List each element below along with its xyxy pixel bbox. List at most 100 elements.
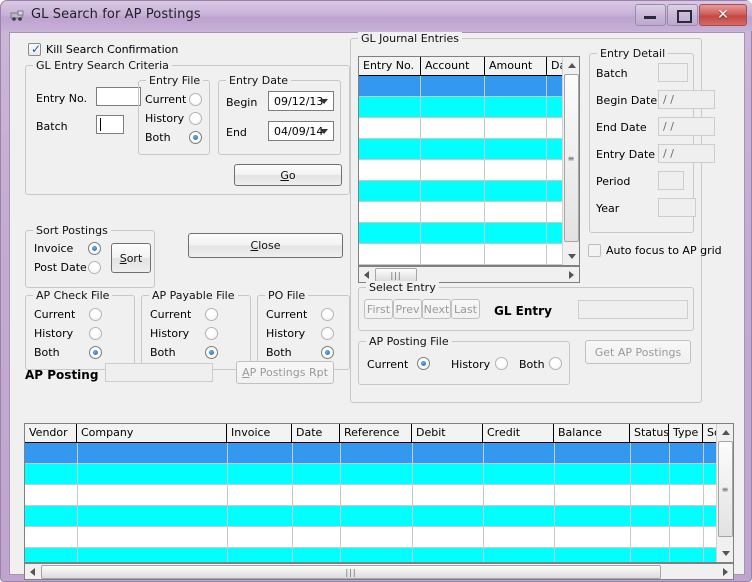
gl-col-amount[interactable]: Amount	[485, 57, 547, 76]
ap-posting-radio-both[interactable]	[549, 357, 562, 370]
next-entry-button[interactable]: Next	[422, 299, 451, 319]
detail-input-period[interactable]	[658, 171, 684, 190]
table-row[interactable]	[25, 548, 717, 562]
entry-file-radio-history[interactable]	[189, 112, 202, 125]
title-bar[interactable]: GL Search for AP Postings ✕	[1, 1, 752, 31]
ap-col-type[interactable]: Type	[669, 424, 703, 443]
ap-postings-grid[interactable]: Vendor Company Invoice Date Reference De…	[24, 423, 734, 563]
entry-file-radio-current[interactable]	[189, 93, 202, 106]
ap-grid-vscrollbar[interactable]: ≡	[716, 424, 733, 562]
end-date-picker[interactable]: 04/09/14	[268, 121, 334, 141]
ap-check-option-both[interactable]: Both	[34, 346, 60, 359]
ap-payable-option-both[interactable]: Both	[150, 346, 176, 359]
ap-payable-radio-current[interactable]	[205, 308, 218, 321]
gl-scroll-left-button[interactable]	[359, 267, 374, 282]
ap-col-vendor[interactable]: Vendor	[25, 424, 77, 443]
auto-focus-checkbox[interactable]	[588, 244, 601, 257]
ap-check-radio-current[interactable]	[89, 308, 102, 321]
ap-posting-radio-history[interactable]	[495, 357, 508, 370]
ap-col-reference[interactable]: Reference	[340, 424, 412, 443]
gl-journal-grid[interactable]: Entry No. Account Amount Da ≡	[358, 56, 580, 266]
ap-posting-option-history[interactable]: History	[451, 358, 490, 371]
close-form-button[interactable]: Close	[188, 233, 343, 258]
detail-input-begin-date[interactable]: / /	[658, 90, 715, 109]
gl-hscroll-thumb[interactable]: |||	[375, 268, 417, 282]
get-ap-postings-button[interactable]: Get AP Postings	[585, 340, 691, 364]
minimize-button[interactable]	[635, 4, 666, 26]
detail-input-year[interactable]	[658, 198, 696, 217]
ap-posting-option-both[interactable]: Both	[519, 358, 545, 371]
po-radio-both[interactable]	[321, 346, 334, 359]
table-row[interactable]	[25, 464, 717, 485]
first-entry-button[interactable]: First	[364, 299, 393, 319]
detail-input-end-date[interactable]: / /	[658, 117, 715, 136]
table-row[interactable]	[359, 139, 579, 160]
ap-col-status[interactable]: Status	[630, 424, 669, 443]
gl-scroll-right-button[interactable]	[564, 267, 579, 282]
table-row[interactable]	[25, 506, 717, 527]
ap-col-date[interactable]: Date	[292, 424, 340, 443]
ap-grid-hscrollbar[interactable]: |||	[24, 563, 734, 580]
po-radio-current[interactable]	[321, 308, 334, 321]
ap-col-debit[interactable]: Debit	[412, 424, 483, 443]
detail-input-batch[interactable]	[658, 63, 688, 82]
prev-entry-button[interactable]: Prev	[393, 299, 422, 319]
ap-scroll-down-button[interactable]	[717, 545, 733, 562]
ap-scroll-up-button[interactable]	[717, 424, 733, 441]
ap-hscroll-thumb[interactable]: |||	[41, 565, 661, 579]
gl-col-account[interactable]: Account	[421, 57, 485, 76]
kill-search-checkbox[interactable]: ✓	[28, 42, 41, 56]
gl-vscroll-thumb[interactable]: ≡	[564, 74, 579, 242]
ap-check-option-current[interactable]: Current	[34, 308, 75, 321]
ap-vscroll-thumb[interactable]: ≡	[718, 441, 733, 537]
entry-no-input[interactable]	[96, 87, 141, 106]
begin-date-picker[interactable]: 09/12/13	[268, 91, 334, 111]
gl-scroll-down-button[interactable]	[563, 248, 579, 265]
ap-col-credit[interactable]: Credit	[483, 424, 554, 443]
po-radio-history[interactable]	[321, 327, 334, 340]
table-row[interactable]	[359, 202, 579, 223]
detail-input-entry-date[interactable]: / /	[658, 144, 715, 163]
ap-check-radio-history[interactable]	[89, 327, 102, 340]
ap-payable-option-current[interactable]: Current	[150, 308, 191, 321]
ap-posting-radio-current[interactable]	[417, 357, 430, 370]
batch-input[interactable]	[96, 115, 124, 134]
ap-payable-option-history[interactable]: History	[150, 327, 189, 340]
ap-posting-option-current[interactable]: Current	[367, 358, 408, 371]
table-row[interactable]	[359, 97, 579, 118]
go-button[interactable]: Go	[234, 164, 342, 186]
ap-payable-radio-both[interactable]	[205, 346, 218, 359]
table-row[interactable]	[359, 118, 579, 139]
entry-file-option-both[interactable]: Both	[145, 131, 171, 144]
last-entry-button[interactable]: Last	[451, 299, 480, 319]
ap-payable-radio-history[interactable]	[205, 327, 218, 340]
table-row[interactable]	[359, 244, 579, 265]
table-row[interactable]	[25, 443, 717, 464]
gl-entry-input[interactable]	[578, 300, 688, 319]
table-row[interactable]	[359, 181, 579, 202]
ap-col-balance[interactable]: Balance	[554, 424, 630, 443]
sort-option-post-date[interactable]: Post Date	[34, 261, 87, 274]
close-button[interactable]: ✕	[699, 4, 747, 26]
entry-file-option-current[interactable]: Current	[145, 93, 186, 106]
ap-col-invoice[interactable]: Invoice	[227, 424, 292, 443]
maximize-button[interactable]	[667, 4, 698, 26]
table-row[interactable]	[25, 485, 717, 506]
ap-scroll-left-button[interactable]	[25, 564, 40, 579]
ap-postings-report-button[interactable]: AP Postings Rpt	[236, 361, 334, 384]
entry-file-radio-both[interactable]	[189, 131, 202, 144]
table-row[interactable]	[359, 223, 579, 244]
table-row[interactable]	[359, 160, 579, 181]
sort-radio-invoice[interactable]	[88, 242, 101, 255]
entry-file-option-history[interactable]: History	[145, 112, 184, 125]
table-row[interactable]	[359, 76, 579, 97]
po-option-history[interactable]: History	[266, 327, 305, 340]
sort-button[interactable]: Sort	[111, 243, 151, 273]
table-row[interactable]	[25, 527, 717, 548]
ap-col-company[interactable]: Company	[77, 424, 227, 443]
ap-posting-input[interactable]	[105, 363, 213, 382]
po-option-current[interactable]: Current	[266, 308, 307, 321]
ap-check-option-history[interactable]: History	[34, 327, 73, 340]
po-option-both[interactable]: Both	[266, 346, 292, 359]
gl-grid-vscrollbar[interactable]: ≡	[562, 57, 579, 265]
